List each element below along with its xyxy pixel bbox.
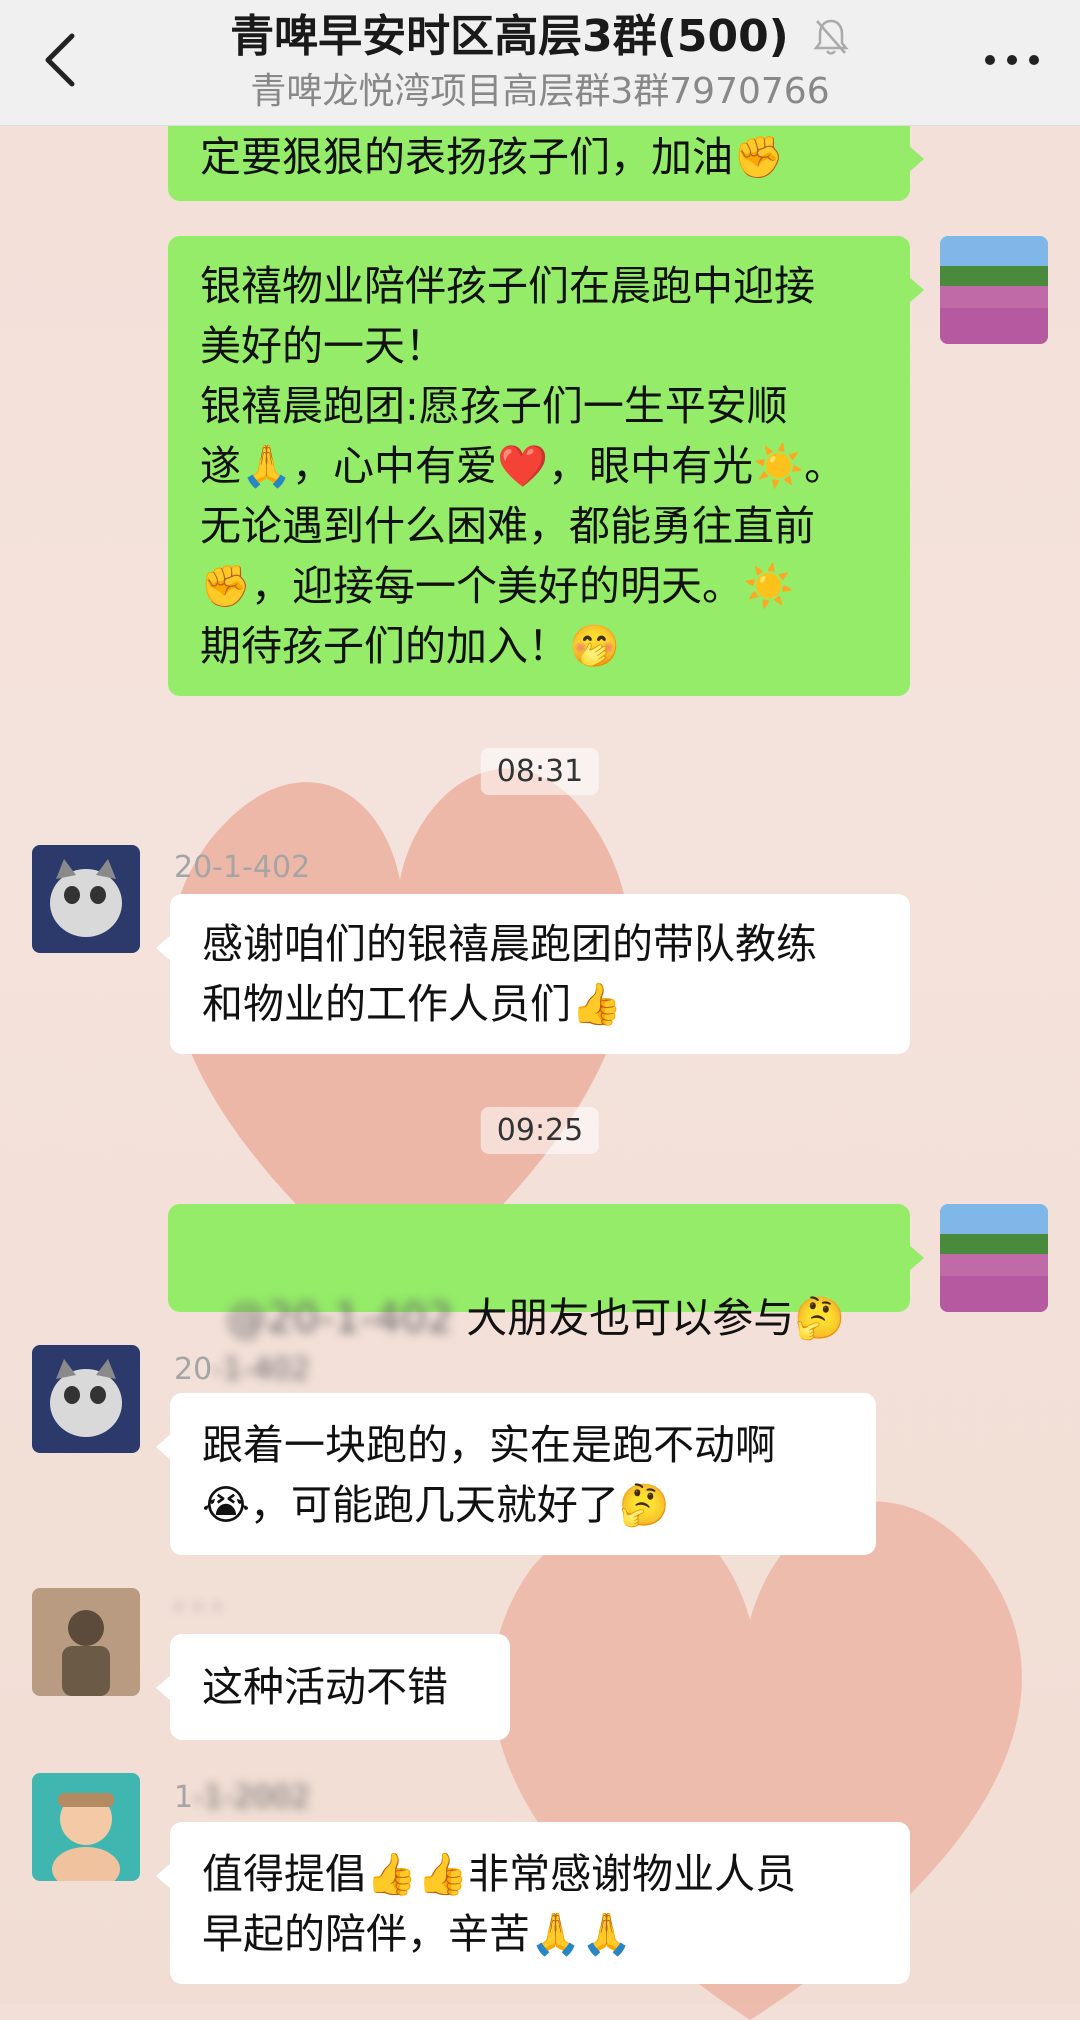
cat-avatar-image [32,845,140,953]
message-bubble-own[interactable]: 银禧物业陪伴孩子们在晨跑中迎接 美好的一天！ 银禧晨跑团:愿孩子们一生平安顺 遂… [168,236,924,696]
sender-avatar[interactable] [32,1588,140,1696]
sender-avatar[interactable] [32,1773,140,1881]
person-avatar-image [32,1588,140,1696]
message-text: 大朋友也可以参与🤔 [453,1294,846,1342]
landscape-avatar-image [940,1204,1048,1312]
timestamp: 09:25 [480,1107,600,1154]
own-avatar[interactable] [940,1204,1048,1312]
chat-header: 青啤早安时区高层3群(500) 青啤龙悦湾项目高层群3群7970766 [0,0,1080,126]
sender-avatar[interactable] [32,845,140,953]
cat-avatar-image [32,1345,140,1453]
own-avatar[interactable] [940,236,1048,344]
sender-avatar[interactable] [32,1345,140,1453]
mute-bell-icon [813,19,849,55]
baby-avatar-image [32,1773,140,1881]
sender-name-blurred: · · · [174,1590,222,1625]
landscape-avatar-image [940,236,1048,344]
chat-subtitle: 青啤龙悦湾项目高层群3群7970766 [250,71,830,112]
mention-blurred: @20-1-402 [226,1294,454,1342]
message-bubble-other[interactable]: 这种活动不错 [156,1634,510,1740]
timestamp: 08:31 [480,748,600,795]
message-bubble-other[interactable]: 感谢咱们的银禧晨跑团的带队教练 和物业的工作人员们👍 [156,894,910,1054]
sender-name: 20-1-402 [174,1352,311,1387]
sender-name: 1-1-2002 [174,1780,311,1815]
message-bubble-other[interactable]: 跟着一块跑的，实在是跑不动啊 😭，可能跑几天就好了🤔 [156,1393,876,1555]
chat-title-row: 青啤早安时区高层3群(500) [0,8,1080,66]
message-bubble-other[interactable]: 值得提倡👍👍非常感谢物业人员 早起的陪伴，辛苦🙏🙏 [156,1822,910,1984]
chat-title: 青啤早安时区高层3群(500) [230,11,789,62]
more-options-icon[interactable] [982,48,1042,72]
sender-name: 20-1-402 [174,850,311,885]
message-bubble-own[interactable]: @20-1-402 大朋友也可以参与🤔 [168,1204,924,1342]
